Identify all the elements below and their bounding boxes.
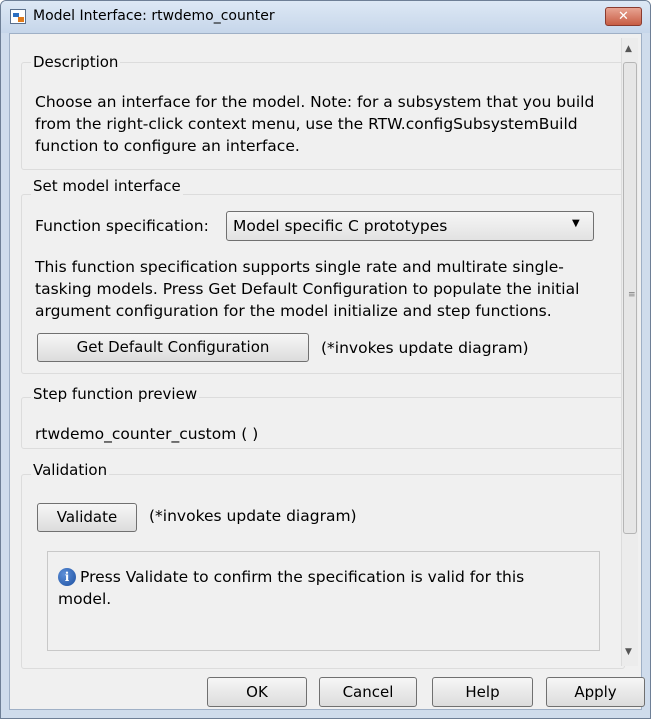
close-button[interactable]: ✕ xyxy=(605,7,642,26)
close-icon: ✕ xyxy=(618,9,629,24)
help-button[interactable]: Help xyxy=(432,677,533,707)
scroll-down-icon[interactable]: ▼ xyxy=(625,647,632,657)
function-spec-dropdown[interactable]: Model specific C prototypes ▼ xyxy=(226,211,594,241)
validation-label: Validation xyxy=(31,461,110,479)
description-text: Choose an interface for the model. Note:… xyxy=(35,93,595,155)
ok-button[interactable]: OK xyxy=(207,677,307,707)
window-title: Model Interface: rtwdemo_counter xyxy=(33,8,275,24)
chevron-down-icon: ▼ xyxy=(572,218,580,229)
get-default-configuration-button[interactable]: Get Default Configuration xyxy=(37,333,309,362)
function-spec-label: Function specification: xyxy=(35,217,209,235)
vertical-scrollbar[interactable]: ▲ ≡ ▼ xyxy=(621,38,638,666)
description-label: Description xyxy=(31,53,121,71)
get-default-note: (*invokes update diagram) xyxy=(321,339,529,357)
simulink-app-icon xyxy=(10,9,26,24)
validate-note: (*invokes update diagram) xyxy=(149,507,357,525)
apply-button[interactable]: Apply xyxy=(546,677,645,707)
title-bar: Model Interface: rtwdemo_counter ✕ xyxy=(1,1,650,33)
scroll-up-icon[interactable]: ▲ xyxy=(625,44,632,54)
validation-message: Press Validate to confirm the specificat… xyxy=(58,568,525,608)
cancel-button[interactable]: Cancel xyxy=(319,677,417,707)
validation-message-box: i Press Validate to confirm the specific… xyxy=(47,551,600,651)
grip-icon: ≡ xyxy=(628,290,636,300)
function-spec-value: Model specific C prototypes xyxy=(233,217,448,235)
scrollbar-thumb[interactable]: ≡ xyxy=(623,62,637,534)
dialog-window: Model Interface: rtwdemo_counter ✕ Descr… xyxy=(0,0,651,719)
function-spec-info-text: This function specification supports sin… xyxy=(35,258,580,320)
validate-button[interactable]: Validate xyxy=(37,503,137,532)
step-preview-label: Step function preview xyxy=(31,385,200,403)
set-model-interface-label: Set model interface xyxy=(31,177,183,195)
step-preview-text: rtwdemo_counter_custom ( ) xyxy=(35,425,259,443)
